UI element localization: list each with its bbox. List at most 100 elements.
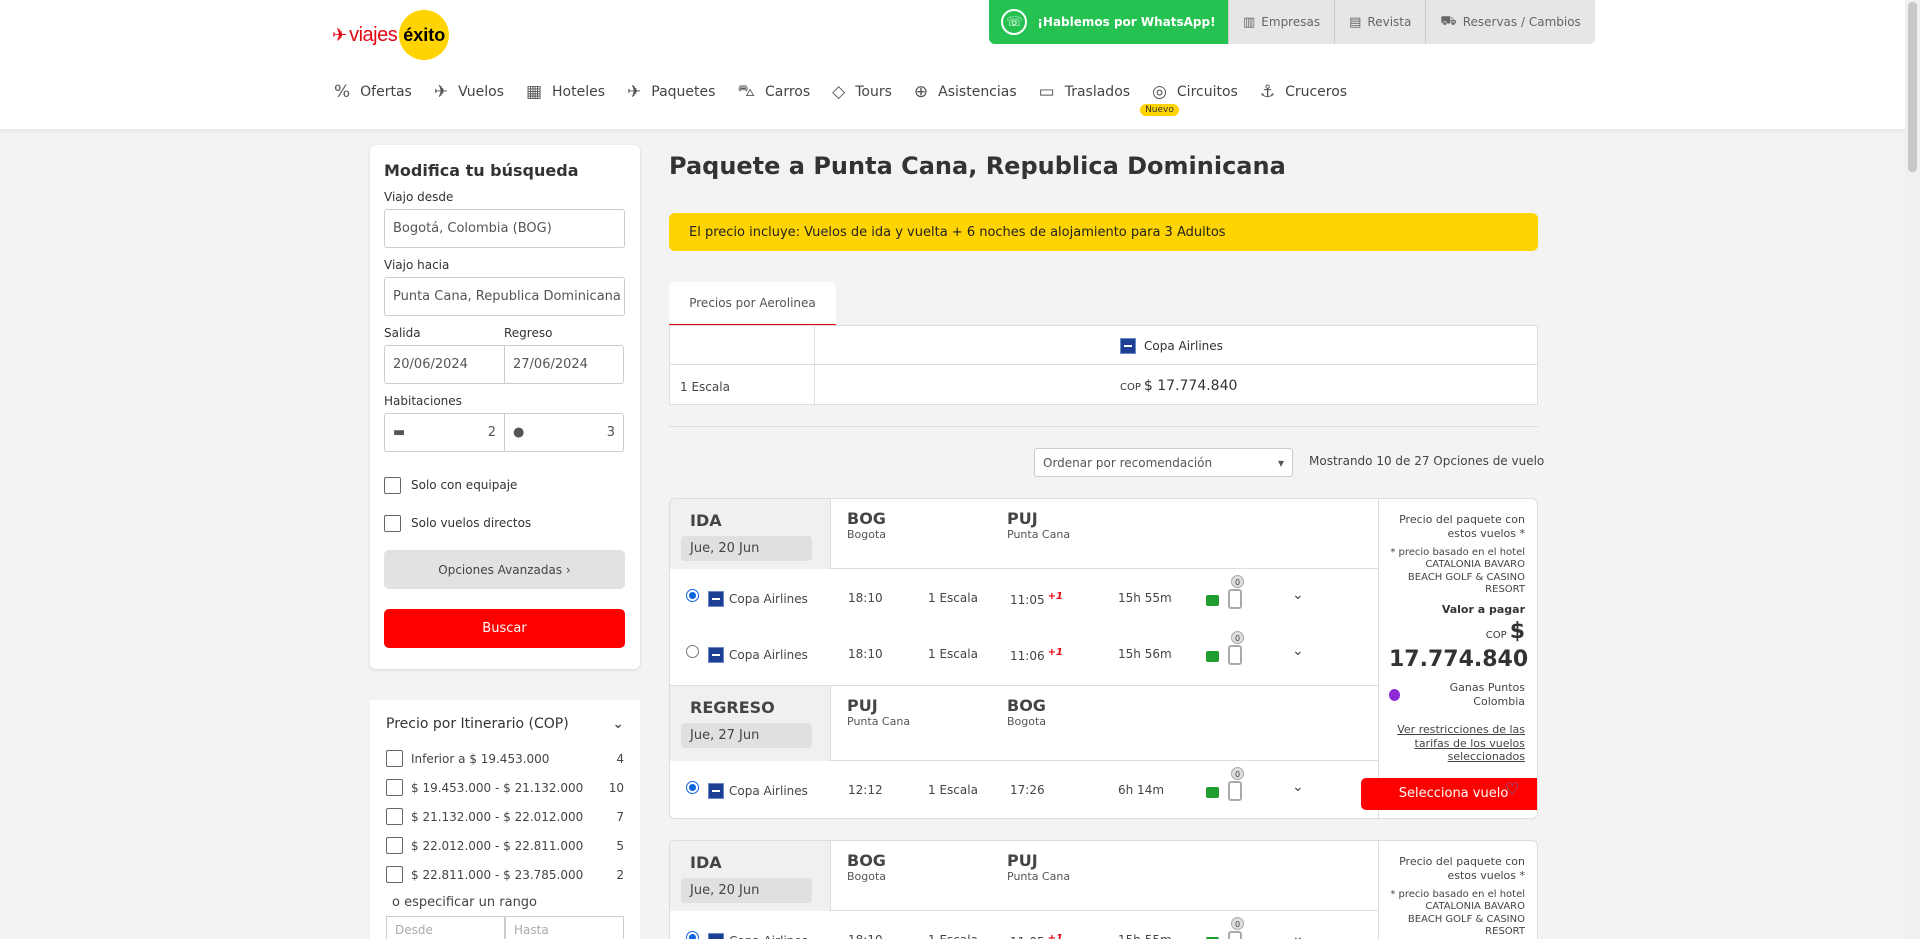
nav-tours[interactable]: ◇ Tours <box>832 82 892 102</box>
filter-title[interactable]: Precio por Itinerario (COP) ⌄ <box>386 716 624 732</box>
checkbox-box[interactable] <box>384 476 401 494</box>
duration: 15h 55m <box>1118 591 1172 605</box>
checkbox-box[interactable] <box>386 837 403 854</box>
date-chip: Jue, 27 Jun <box>681 723 812 748</box>
direction-label: REGRESO <box>690 698 775 717</box>
reservas-link[interactable]: ⛟ Reservas / Cambios <box>1425 0 1595 44</box>
nav-circuitos[interactable]: ◎ Circuitos Nuevo <box>1140 82 1238 116</box>
duration: 15h 55m <box>1118 933 1172 939</box>
airline-name: Copa Airlines <box>729 934 808 939</box>
flight-row[interactable]: Copa Airlines 18:10 1 Escala 11:05+1 15h… <box>670 569 1378 625</box>
checkbox-box[interactable] <box>384 514 401 532</box>
rooms-value: 2 <box>487 425 496 440</box>
nav-ofertas[interactable]: % Ofertas <box>334 82 412 102</box>
filter-label: $ 22.811.000 - $ 23.785.000 <box>411 867 584 882</box>
filter-label: $ 19.453.000 - $ 21.132.000 <box>411 780 584 795</box>
filter-option[interactable]: Inferior a $ 19.453.000 4 <box>386 744 624 773</box>
nav-label: Cruceros <box>1285 84 1348 100</box>
filter-option[interactable]: $ 22.811.000 - $ 23.785.000 2 <box>386 860 624 889</box>
revista-link[interactable]: ▤ Revista <box>1334 0 1426 44</box>
price-title: Precio del paquete con estos vuelos * <box>1399 855 1525 882</box>
logo-text: viajes <box>349 23 398 46</box>
departure-date-input[interactable]: 20/06/2024 <box>384 345 504 384</box>
rooms-label: Habitaciones <box>384 394 462 408</box>
to-input[interactable]: Punta Cana, Republica Dominicana <box>384 277 625 316</box>
flight-radio[interactable] <box>686 645 699 658</box>
sort-select[interactable]: Ordenar por recomendación ▾ <box>1034 448 1293 477</box>
empresas-link[interactable]: ▥ Empresas <box>1228 0 1335 44</box>
search-button[interactable]: Buscar <box>384 609 625 648</box>
filter-option[interactable]: $ 21.132.000 - $ 22.012.000 7 <box>386 802 624 831</box>
return-header: REGRESO Jue, 27 Jun <box>670 685 831 761</box>
revista-label: Revista <box>1367 15 1412 29</box>
whatsapp-button[interactable]: ☏ ¡Hablemos por WhatsApp! <box>989 0 1228 44</box>
range-from-input[interactable]: Desde <box>386 916 505 939</box>
nav-asistencias[interactable]: ⊕ Asistencias <box>914 82 1017 102</box>
from-label: Viajo desde <box>384 190 454 204</box>
direct-checkbox[interactable]: Solo vuelos directos <box>384 508 626 538</box>
logo[interactable]: ✈ viajes éxito <box>332 10 450 60</box>
stops: 1 Escala <box>928 591 978 605</box>
checkbox-box[interactable] <box>386 779 403 796</box>
nav-carros[interactable]: ⛍ Carros <box>737 81 810 103</box>
nav-label: Vuelos <box>458 84 504 100</box>
tab-airline-prices[interactable]: Precios por Aerolinea <box>669 282 836 326</box>
airline-header[interactable]: Copa Airlines <box>1120 338 1223 354</box>
checkbox-box[interactable] <box>386 750 403 767</box>
chevron-down-icon[interactable]: ⌄ <box>1292 643 1304 659</box>
personal-bag-icon <box>1206 595 1219 606</box>
chevron-down-icon[interactable]: ⌄ <box>1292 587 1304 603</box>
from-input[interactable]: Bogotá, Colombia (BOG) <box>384 209 625 248</box>
bag-count: 0 <box>1231 631 1244 644</box>
flight-row[interactable]: Copa Airlines 18:10 1 Escala 11:06 +1 15h… <box>670 625 1378 681</box>
range-to-input[interactable]: Hasta <box>505 916 624 939</box>
flight-row[interactable]: Copa Airlines 18:10 1 Escala 11:05+1 15h… <box>670 911 1378 939</box>
nav-vuelos[interactable]: ✈ Vuelos <box>434 82 504 102</box>
chevron-down-icon[interactable]: ⌄ <box>1292 929 1304 939</box>
restrictions-link[interactable]: Ver restricciones de las tarifas de los … <box>1389 723 1525 764</box>
scroll-thumb[interactable] <box>1908 2 1917 172</box>
flight-radio[interactable] <box>686 589 699 602</box>
copa-logo-icon <box>708 647 724 663</box>
divider <box>669 426 1538 427</box>
nav-paquetes[interactable]: ✈ Paquetes <box>627 82 715 102</box>
airport-code: BOG <box>847 851 886 870</box>
points-icon <box>1389 689 1401 701</box>
filter-title-text: Precio por Itinerario (COP) <box>386 716 569 732</box>
rooms-input[interactable]: ▬ 2 <box>384 413 504 452</box>
scrollbar[interactable] <box>1905 0 1920 939</box>
heart-icon[interactable]: ♡ <box>1505 779 1519 798</box>
filter-count: 4 <box>616 751 624 766</box>
filter-option[interactable]: $ 22.012.000 - $ 22.811.000 5 <box>386 831 624 860</box>
chevron-down-icon: ⌄ <box>612 716 624 732</box>
nav-label: Traslados <box>1064 84 1131 100</box>
advanced-options-button[interactable]: Opciones Avanzadas › <box>384 550 625 589</box>
airport-city: Punta Cana <box>1007 870 1071 883</box>
nav-traslados[interactable]: ▭ Traslados <box>1039 82 1130 102</box>
flight-option-card: IDA Jue, 20 Jun BOG Bogota PUJ Punta Cana … <box>669 840 1538 939</box>
nav-cruceros[interactable]: ⚓ Cruceros <box>1260 82 1347 102</box>
checkbox-box[interactable] <box>386 866 403 883</box>
checkbox-box[interactable] <box>386 808 403 825</box>
results-count: Mostrando 10 de 27 Opciones de vuelo <box>1309 454 1545 468</box>
flight-radio[interactable] <box>686 931 699 939</box>
stops: 1 Escala <box>928 933 978 939</box>
package-icon: ✈ <box>627 82 642 102</box>
filter-option[interactable]: $ 19.453.000 - $ 21.132.000 10 <box>386 773 624 802</box>
chevron-down-icon[interactable]: ⌄ <box>1292 779 1304 795</box>
airline-name: Copa Airlines <box>729 784 808 798</box>
table-row-divider <box>670 364 1537 365</box>
return-date-input[interactable]: 27/06/2024 <box>504 345 624 384</box>
flight-radio[interactable] <box>686 781 699 794</box>
people-input[interactable]: ● 3 <box>504 413 624 452</box>
building-icon: ▥ <box>1243 14 1256 30</box>
nav-hoteles[interactable]: ▦ Hoteles <box>526 82 605 102</box>
assistance-icon: ⊕ <box>913 82 929 102</box>
bag-count: 0 <box>1231 767 1244 780</box>
to-label: Viajo hacia <box>384 258 450 272</box>
flight-row[interactable]: Copa Airlines 12:12 1 Escala 17:26 6h 14… <box>670 761 1378 817</box>
range-label: o especificar un rango <box>392 895 538 910</box>
baggage-checkbox[interactable]: Solo con equipaje <box>384 470 626 500</box>
nav-label: Paquetes <box>651 84 716 100</box>
airline-price-cell[interactable]: COP $ 17.774.840 <box>1120 378 1237 394</box>
